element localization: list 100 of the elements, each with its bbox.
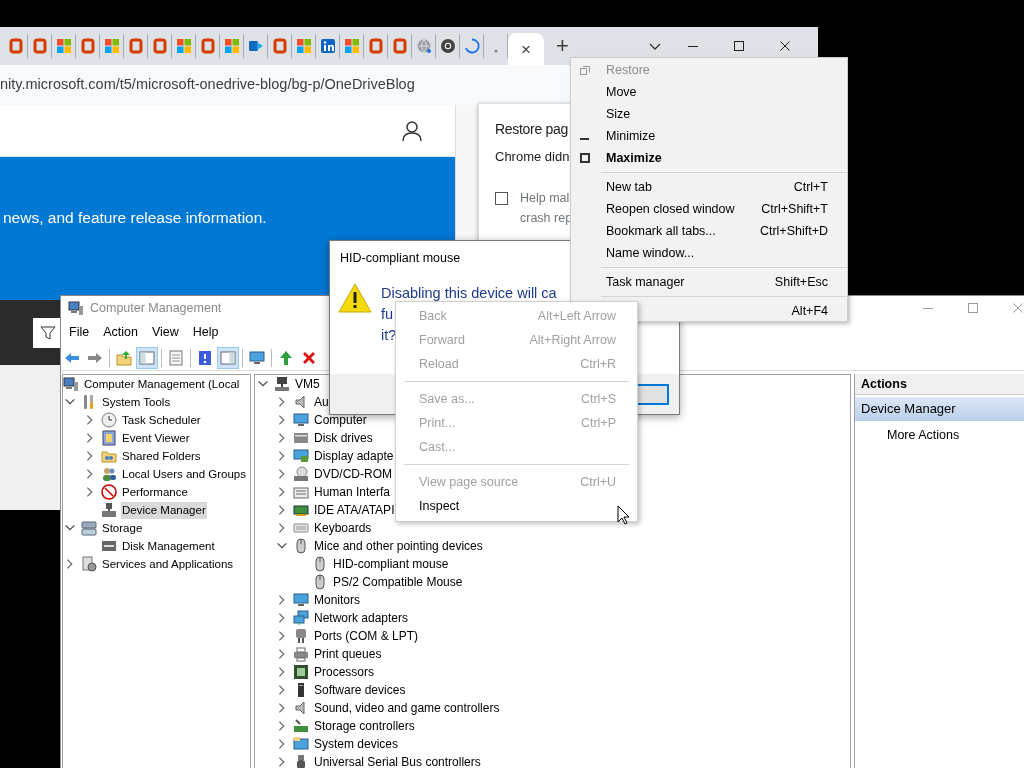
tree-item[interactable]: Keyboards <box>313 519 373 537</box>
menu-item[interactable]: Inspect <box>396 494 637 518</box>
tree-item[interactable]: Device Manager <box>121 501 207 519</box>
tab-icon <box>31 38 48 54</box>
tree-item[interactable]: IDE ATA/ATAPI <box>313 501 396 519</box>
dialog-title: HID-compliant mouse <box>340 250 461 267</box>
tree-item[interactable]: Computer Management (Local <box>83 375 241 393</box>
menu-item[interactable]: File <box>62 323 97 342</box>
menu-item[interactable]: Bookmark all tabs... Ctrl+Shift+D <box>571 220 847 242</box>
tree-item[interactable]: Processors <box>313 663 376 681</box>
action-link[interactable]: More Actions <box>887 426 960 445</box>
tree-item[interactable]: Print queues <box>313 645 383 663</box>
tree-item[interactable]: Storage controllers <box>313 717 416 735</box>
menu-item[interactable]: New tab Ctrl+T <box>571 176 847 198</box>
tree-item[interactable]: Universal Serial Bus controllers <box>313 753 482 768</box>
keyboard-icon <box>293 520 309 536</box>
cross-icon[interactable] <box>301 349 317 366</box>
menu-item[interactable]: Size <box>571 103 847 125</box>
pane-icon[interactable] <box>220 349 236 366</box>
tab-icon <box>439 38 456 54</box>
log-icon <box>101 430 117 446</box>
tree-item[interactable]: HID-compliant mouse <box>332 555 450 573</box>
mouse-icon <box>312 556 328 572</box>
computer-icon <box>274 376 290 392</box>
folder-icon <box>101 448 117 464</box>
tab-close-button[interactable]: × <box>518 40 534 58</box>
pane-icon[interactable] <box>139 349 155 366</box>
drive-icon <box>293 430 309 446</box>
tree-item[interactable]: Au <box>313 393 330 411</box>
tree-item[interactable]: Disk Management <box>121 537 216 555</box>
network-icon <box>293 610 309 626</box>
tab-icon <box>493 49 498 53</box>
tab-icon <box>295 38 312 54</box>
browser-tab[interactable]: × <box>508 33 544 65</box>
folder-up-icon[interactable] <box>116 349 132 366</box>
device-manager-icon <box>101 502 117 518</box>
menu-item[interactable]: Move <box>571 81 847 103</box>
tree-item[interactable]: System devices <box>313 735 400 753</box>
tree-item[interactable]: Shared Folders <box>121 447 202 465</box>
tab-icon <box>55 38 72 54</box>
tab-icon <box>151 38 168 54</box>
tree-item[interactable]: Software devices <box>313 681 407 699</box>
tree-item[interactable]: Sound, video and game controllers <box>313 699 501 717</box>
banner-text: news, and feature release information. <box>3 209 267 226</box>
menu-item[interactable]: Help <box>185 323 226 342</box>
tree-item[interactable]: Ports (COM & LPT) <box>313 627 419 645</box>
maximize-icon[interactable] <box>734 41 744 51</box>
tree-item[interactable]: Human Interfa <box>313 483 392 501</box>
monitor-icon <box>293 592 309 608</box>
tab-icon <box>367 38 384 54</box>
menu-item[interactable]: Action <box>96 323 145 342</box>
new-tab-button[interactable]: + <box>552 35 573 57</box>
menu-item[interactable]: Maximize <box>571 147 847 169</box>
menu-item[interactable]: View <box>144 323 186 342</box>
address-field[interactable]: nity.microsoft.com/t5/microsoft-onedrive-blog/bg-p/OneDriveBlog <box>0 74 415 96</box>
tree-item[interactable]: Task Scheduler <box>121 411 202 429</box>
tree-item[interactable]: PS/2 Compatible Mouse <box>332 573 464 591</box>
popup-message: Chrome didn <box>495 148 570 166</box>
printer-icon <box>293 646 309 662</box>
storage-controller-icon <box>293 718 309 734</box>
filter-button[interactable] <box>33 317 63 348</box>
globe-icon <box>415 38 432 54</box>
monitor-icon[interactable] <box>249 349 265 366</box>
tree-item[interactable]: Storage <box>101 519 144 537</box>
up-arrow-icon[interactable] <box>278 349 294 366</box>
tree-item[interactable]: VM5 <box>294 375 321 393</box>
tree-item[interactable]: Disk drives <box>313 429 374 447</box>
card-icon <box>293 502 309 518</box>
menu-item[interactable]: Reopen closed window Ctrl+Shift+T <box>571 198 847 220</box>
checkbox[interactable] <box>495 192 508 205</box>
tree-item[interactable]: Performance <box>121 483 189 501</box>
no-entry-icon <box>101 484 117 500</box>
tree-item[interactable]: DVD/CD-ROM <box>313 465 393 483</box>
input-device-icon <box>293 484 309 500</box>
tree-item[interactable]: Monitors <box>313 591 361 609</box>
mouse-icon <box>312 574 328 590</box>
tree-item[interactable]: Services and Applications <box>101 555 235 573</box>
disc-icon <box>293 466 309 482</box>
tree-item[interactable]: Computer <box>313 411 368 429</box>
tree-item[interactable]: Display adapte <box>313 447 395 465</box>
menu-item[interactable]: Name window... <box>571 242 847 264</box>
display-icon <box>293 448 309 464</box>
section-header[interactable]: Device Manager <box>855 397 1024 421</box>
tab-icon <box>7 38 24 54</box>
menu-item[interactable]: Task manager Shift+Esc <box>571 271 847 293</box>
filter-icon <box>40 324 56 341</box>
tree-item[interactable]: System Tools <box>101 393 172 411</box>
tree-item[interactable]: Event Viewer <box>121 429 191 447</box>
close-icon[interactable] <box>780 41 790 51</box>
profile-icon[interactable] <box>402 119 422 142</box>
tree-item[interactable]: Local Users and Groups <box>121 465 247 483</box>
tree-item[interactable]: Mice and other pointing devices <box>313 537 484 555</box>
dialog-message: it? <box>381 326 397 345</box>
clock-icon <box>101 412 117 428</box>
tree-item[interactable]: Network adapters <box>313 609 410 627</box>
popup-title: Restore pag <box>495 120 568 138</box>
window-title: Computer Management <box>90 299 222 317</box>
help-icon[interactable] <box>197 349 213 366</box>
menu-item[interactable]: Minimize <box>571 125 847 147</box>
pane-header: Actions <box>855 374 1024 395</box>
